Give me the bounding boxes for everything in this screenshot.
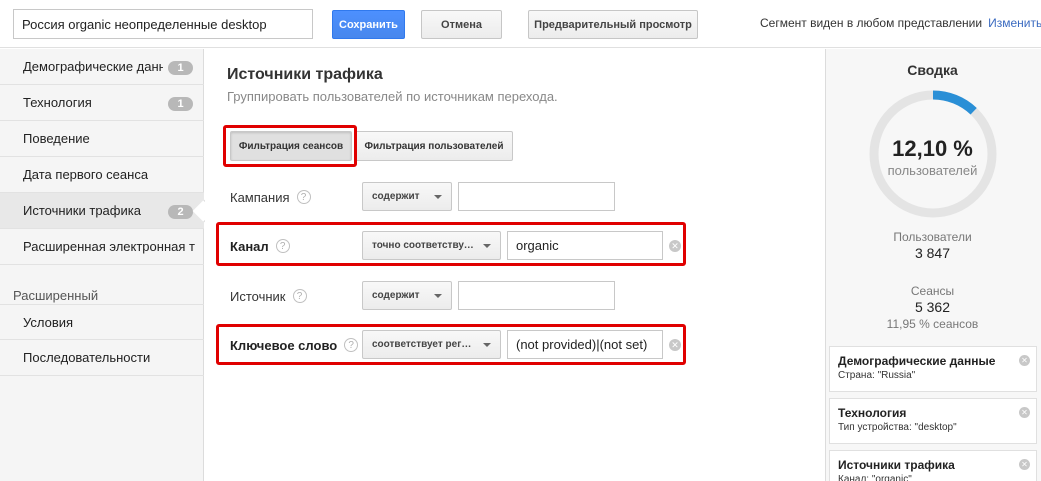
sidebar-item-enhanced-ecommerce[interactable]: Расширенная электронная торговля: [0, 229, 204, 265]
sessions-value: 5 362: [914, 299, 951, 315]
summary-condition-card: Демографические данные Страна: "Russia" …: [829, 346, 1037, 392]
filter-users-toggle[interactable]: Фильтрация пользователей: [355, 131, 513, 161]
remove-condition-icon[interactable]: ✕: [669, 240, 681, 252]
page-title: Источники трафика: [227, 66, 383, 83]
chevron-down-icon: [483, 244, 491, 248]
users-value: 3 847: [914, 245, 951, 261]
operator-value: соответствует регулярному выражению: [372, 339, 474, 350]
help-icon[interactable]: ?: [292, 289, 307, 303]
remove-condition-icon[interactable]: ✕: [1019, 407, 1030, 418]
sidebar-item-label: Поведение: [23, 131, 90, 146]
sidebar-item-label: Источники трафика: [23, 203, 141, 218]
sessions-share-note: 11,95 % сеансов: [886, 317, 979, 331]
source-value-input[interactable]: [458, 281, 615, 310]
sidebar-item-first-session-date[interactable]: Дата первого сеанса: [0, 157, 204, 193]
card-title: Демографические данные: [838, 354, 996, 368]
operator-value: точно соответствует: [372, 240, 474, 251]
channel-value-input[interactable]: [507, 231, 663, 260]
card-description: Тип устройства: "desktop": [838, 422, 957, 433]
row-label-text: Источник: [230, 288, 286, 304]
row-label-text: Ключевое слово: [230, 337, 338, 353]
summary-condition-card: Технология Тип устройства: "desktop" ✕: [829, 398, 1037, 444]
sidebar-item-label: Дата первого сеанса: [23, 167, 149, 182]
remove-condition-icon[interactable]: ✕: [669, 339, 681, 351]
segment-name-input[interactable]: [13, 9, 313, 39]
preview-button[interactable]: Предварительный просмотр: [528, 10, 698, 39]
campaign-operator-select[interactable]: содержит: [362, 182, 452, 211]
help-icon[interactable]: ?: [275, 239, 290, 253]
sidebar-item-label: Демографические данные: [23, 59, 163, 74]
users-percent: 12,10 %: [892, 136, 973, 161]
change-visibility-link[interactable]: Изменить: [988, 16, 1041, 30]
sidebar-item-label: Расширенная электронная торговля: [23, 239, 195, 254]
keyword-value-input[interactable]: [507, 330, 663, 359]
help-icon[interactable]: ?: [344, 338, 359, 352]
sidebar-item-label: Последовательности: [23, 350, 151, 365]
card-title: Источники трафика: [838, 458, 955, 472]
channel-operator-select[interactable]: точно соответствует: [362, 231, 501, 260]
chevron-down-icon: [434, 294, 442, 298]
chevron-down-icon: [483, 343, 491, 347]
sidebar-item-behavior[interactable]: Поведение: [0, 121, 204, 157]
condition-count-badge: 1: [168, 97, 193, 111]
card-title: Технология: [838, 406, 907, 420]
cancel-button[interactable]: Отмена: [421, 10, 502, 39]
sidebar-item-demographics[interactable]: Демографические данные 1: [0, 49, 204, 85]
card-description: Канал: "organic": [838, 474, 912, 481]
campaign-label: Кампания?: [230, 187, 311, 207]
condition-count-badge: 1: [168, 61, 193, 75]
card-description: Страна: "Russia": [838, 370, 916, 381]
users-percent-unit: пользователей: [887, 163, 978, 178]
users-label: Пользователи: [893, 230, 972, 244]
source-operator-select[interactable]: содержит: [362, 281, 452, 310]
remove-condition-icon[interactable]: ✕: [1019, 459, 1030, 470]
segment-editor-toolbar: Сохранить Отмена Предварительный просмот…: [0, 0, 1041, 48]
operator-value: содержит: [372, 191, 420, 202]
channel-label: Канал?: [230, 236, 290, 256]
sidebar-item-label: Технология: [23, 95, 92, 110]
remove-condition-icon[interactable]: ✕: [1019, 355, 1030, 366]
sidebar-section-advanced: Расширенный: [13, 288, 99, 303]
sidebar-item-technology[interactable]: Технология 1: [0, 85, 204, 121]
row-label-text: Кампания: [230, 189, 290, 205]
sessions-label: Сеансы: [910, 284, 955, 298]
filter-sessions-toggle[interactable]: Фильтрация сеансов: [230, 131, 352, 161]
segment-visibility: Сегмент виден в любом представлении Измен…: [760, 16, 1041, 30]
operator-value: содержит: [372, 290, 420, 301]
save-button[interactable]: Сохранить: [332, 10, 405, 39]
segment-category-sidebar: Демографические данные 1 Технология 1 По…: [0, 49, 216, 481]
keyword-operator-select[interactable]: соответствует регулярному выражению: [362, 330, 501, 359]
chevron-down-icon: [434, 195, 442, 199]
help-icon[interactable]: ?: [296, 190, 311, 204]
sidebar-item-sequences[interactable]: Последовательности: [0, 340, 204, 376]
source-label: Источник?: [230, 286, 307, 306]
visibility-text: Сегмент виден в любом представлении: [760, 16, 983, 30]
page-subtitle: Группировать пользователей по источникам…: [227, 89, 558, 104]
sidebar-item-traffic-sources[interactable]: Источники трафика 2: [0, 193, 216, 229]
campaign-value-input[interactable]: [458, 182, 615, 211]
sidebar-item-conditions[interactable]: Условия: [0, 304, 204, 340]
sidebar-item-label: Условия: [23, 314, 74, 330]
condition-count-badge: 2: [168, 205, 193, 219]
traffic-sources-panel: Источники трафика Группировать пользоват…: [205, 49, 822, 481]
row-label-text: Канал: [230, 238, 269, 254]
summary-title: Сводка: [907, 62, 958, 78]
keyword-label: Ключевое слово?: [230, 335, 359, 355]
segment-summary-panel: Сводка 12,10 % пользователей Пользовател…: [825, 49, 1041, 481]
summary-condition-card: Источники трафика Канал: "organic" ✕: [829, 450, 1037, 481]
